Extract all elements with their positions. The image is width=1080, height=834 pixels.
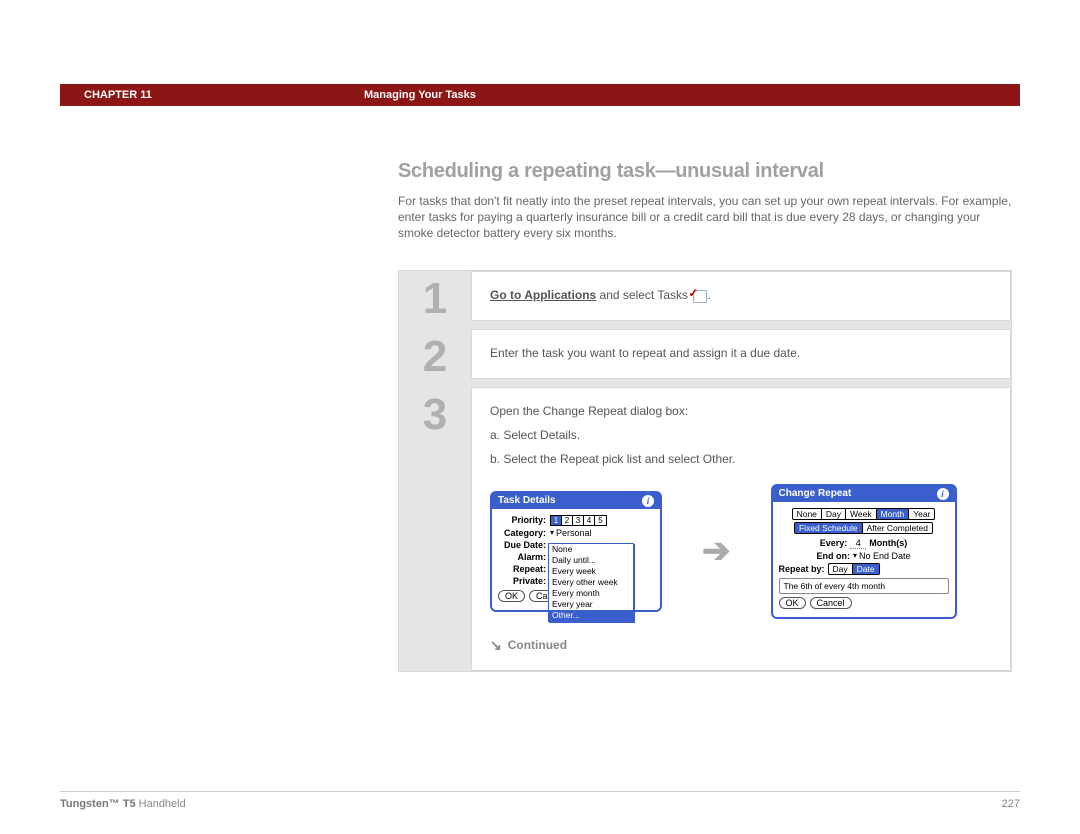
step-number: 2: [399, 329, 471, 379]
priority-3[interactable]: 3: [573, 516, 584, 525]
interval-tabs[interactable]: None Day Week Month Year: [792, 508, 936, 520]
tasks-icon: [691, 288, 707, 302]
info-icon[interactable]: i: [642, 495, 654, 507]
priority-5[interactable]: 5: [595, 516, 606, 525]
tab-none[interactable]: None: [793, 509, 822, 519]
applications-link[interactable]: Go to Applications: [490, 288, 596, 302]
mode-after[interactable]: After Completed: [863, 523, 932, 533]
change-repeat-dialog: Change Repeat i None Day Week Month Ye: [771, 484, 957, 619]
priority-selector[interactable]: 1 2 3 4 5: [550, 515, 607, 526]
step-3: 3 Open the Change Repeat dialog box: a. …: [399, 387, 1011, 671]
priority-label: Priority:: [498, 515, 550, 525]
step-body: Enter the task you want to repeat and as…: [471, 329, 1011, 379]
tab-week[interactable]: Week: [846, 509, 877, 519]
alarm-label: Alarm:: [498, 552, 550, 562]
mode-fixed[interactable]: Fixed Schedule: [795, 523, 863, 533]
priority-1[interactable]: 1: [551, 516, 562, 525]
tab-month[interactable]: Month: [877, 509, 910, 519]
due-date-label: Due Date:: [498, 540, 550, 550]
chapter-number: CHAPTER 11: [84, 89, 364, 101]
continued-label: Continued: [508, 638, 567, 652]
ok-button[interactable]: OK: [498, 590, 525, 602]
popup-option[interactable]: Daily until...: [549, 555, 633, 566]
step-1: 1 Go to Applications and select Tasks .: [399, 271, 1011, 321]
dialog-title: Task Details: [498, 495, 556, 506]
priority-4[interactable]: 4: [584, 516, 595, 525]
step-number: 1: [399, 271, 471, 321]
priority-2[interactable]: 2: [562, 516, 573, 525]
category-label: Category:: [498, 528, 550, 538]
category-picklist[interactable]: Personal: [550, 528, 592, 538]
info-icon[interactable]: i: [937, 488, 949, 500]
end-on-label: End on:: [816, 551, 850, 561]
private-label: Private:: [498, 576, 550, 586]
repeat-by-selector[interactable]: Day Date: [828, 563, 880, 575]
tab-day[interactable]: Day: [822, 509, 846, 519]
step-2: 2 Enter the task you want to repeat and …: [399, 329, 1011, 379]
popup-option[interactable]: None: [549, 544, 633, 555]
mode-tabs[interactable]: Fixed Schedule After Completed: [794, 522, 933, 534]
step-text: Open the Change Repeat dialog box:: [490, 404, 992, 418]
end-on-picklist[interactable]: No End Date: [853, 551, 911, 561]
step-body: Open the Change Repeat dialog box: a. Se…: [471, 387, 1011, 671]
chapter-title: Managing Your Tasks: [364, 89, 476, 101]
popup-option[interactable]: Every year: [549, 599, 633, 610]
dialog-titlebar: Task Details i: [492, 493, 660, 509]
step-number: 3: [399, 387, 471, 671]
repeat-summary: The 6th of every 4th month: [779, 578, 949, 594]
ok-button[interactable]: OK: [779, 597, 806, 609]
section-intro: For tasks that don't fit neatly into the…: [398, 193, 1012, 242]
every-label: Every:: [820, 538, 848, 548]
period: .: [707, 288, 710, 302]
main-content: Scheduling a repeating task—unusual inte…: [398, 160, 1012, 672]
every-unit: Month(s): [869, 538, 907, 548]
continued-indicator: ↘ Continued: [490, 637, 992, 654]
page-footer: Tungsten™ T5 Handheld 227: [60, 791, 1020, 810]
repeat-label: Repeat:: [498, 564, 550, 574]
task-details-dialog: Task Details i Priority: 1 2 3 4: [490, 491, 662, 612]
tab-year[interactable]: Year: [909, 509, 934, 519]
dialog-title: Change Repeat: [779, 488, 852, 499]
popup-option-selected[interactable]: Other...: [549, 610, 633, 621]
steps-container: 1 Go to Applications and select Tasks . …: [398, 270, 1012, 672]
arrow-right-icon: ➔: [702, 531, 731, 571]
every-value-input[interactable]: 4: [850, 538, 866, 549]
repeat-by-day[interactable]: Day: [829, 564, 853, 574]
product-name: Tungsten™ T5 Handheld: [60, 798, 186, 810]
step-text: and select Tasks: [596, 288, 691, 302]
substep-a: a. Select Details.: [490, 428, 992, 442]
dialog-body: None Day Week Month Year Fixed Schedule: [773, 502, 955, 617]
step-body: Go to Applications and select Tasks .: [471, 271, 1011, 321]
page-number: 227: [1002, 798, 1020, 810]
popup-option[interactable]: Every month: [549, 588, 633, 599]
continued-arrow-icon: ↘: [490, 637, 502, 654]
repeat-by-date[interactable]: Date: [853, 564, 879, 574]
substep-b: b. Select the Repeat pick list and selec…: [490, 452, 992, 466]
dialog-body: Priority: 1 2 3 4 5 Category:: [492, 509, 660, 610]
repeat-by-label: Repeat by:: [779, 564, 825, 574]
repeat-popup[interactable]: None Daily until... Every week Every oth…: [548, 543, 634, 622]
chapter-header-bar: CHAPTER 11 Managing Your Tasks: [60, 84, 1020, 106]
popup-option[interactable]: Every other week: [549, 577, 633, 588]
screenshot-row: Task Details i Priority: 1 2 3 4: [490, 484, 992, 619]
popup-option[interactable]: Every week: [549, 566, 633, 577]
cancel-button[interactable]: Cancel: [810, 597, 852, 609]
section-heading: Scheduling a repeating task—unusual inte…: [398, 160, 1012, 183]
dialog-titlebar: Change Repeat i: [773, 486, 955, 502]
